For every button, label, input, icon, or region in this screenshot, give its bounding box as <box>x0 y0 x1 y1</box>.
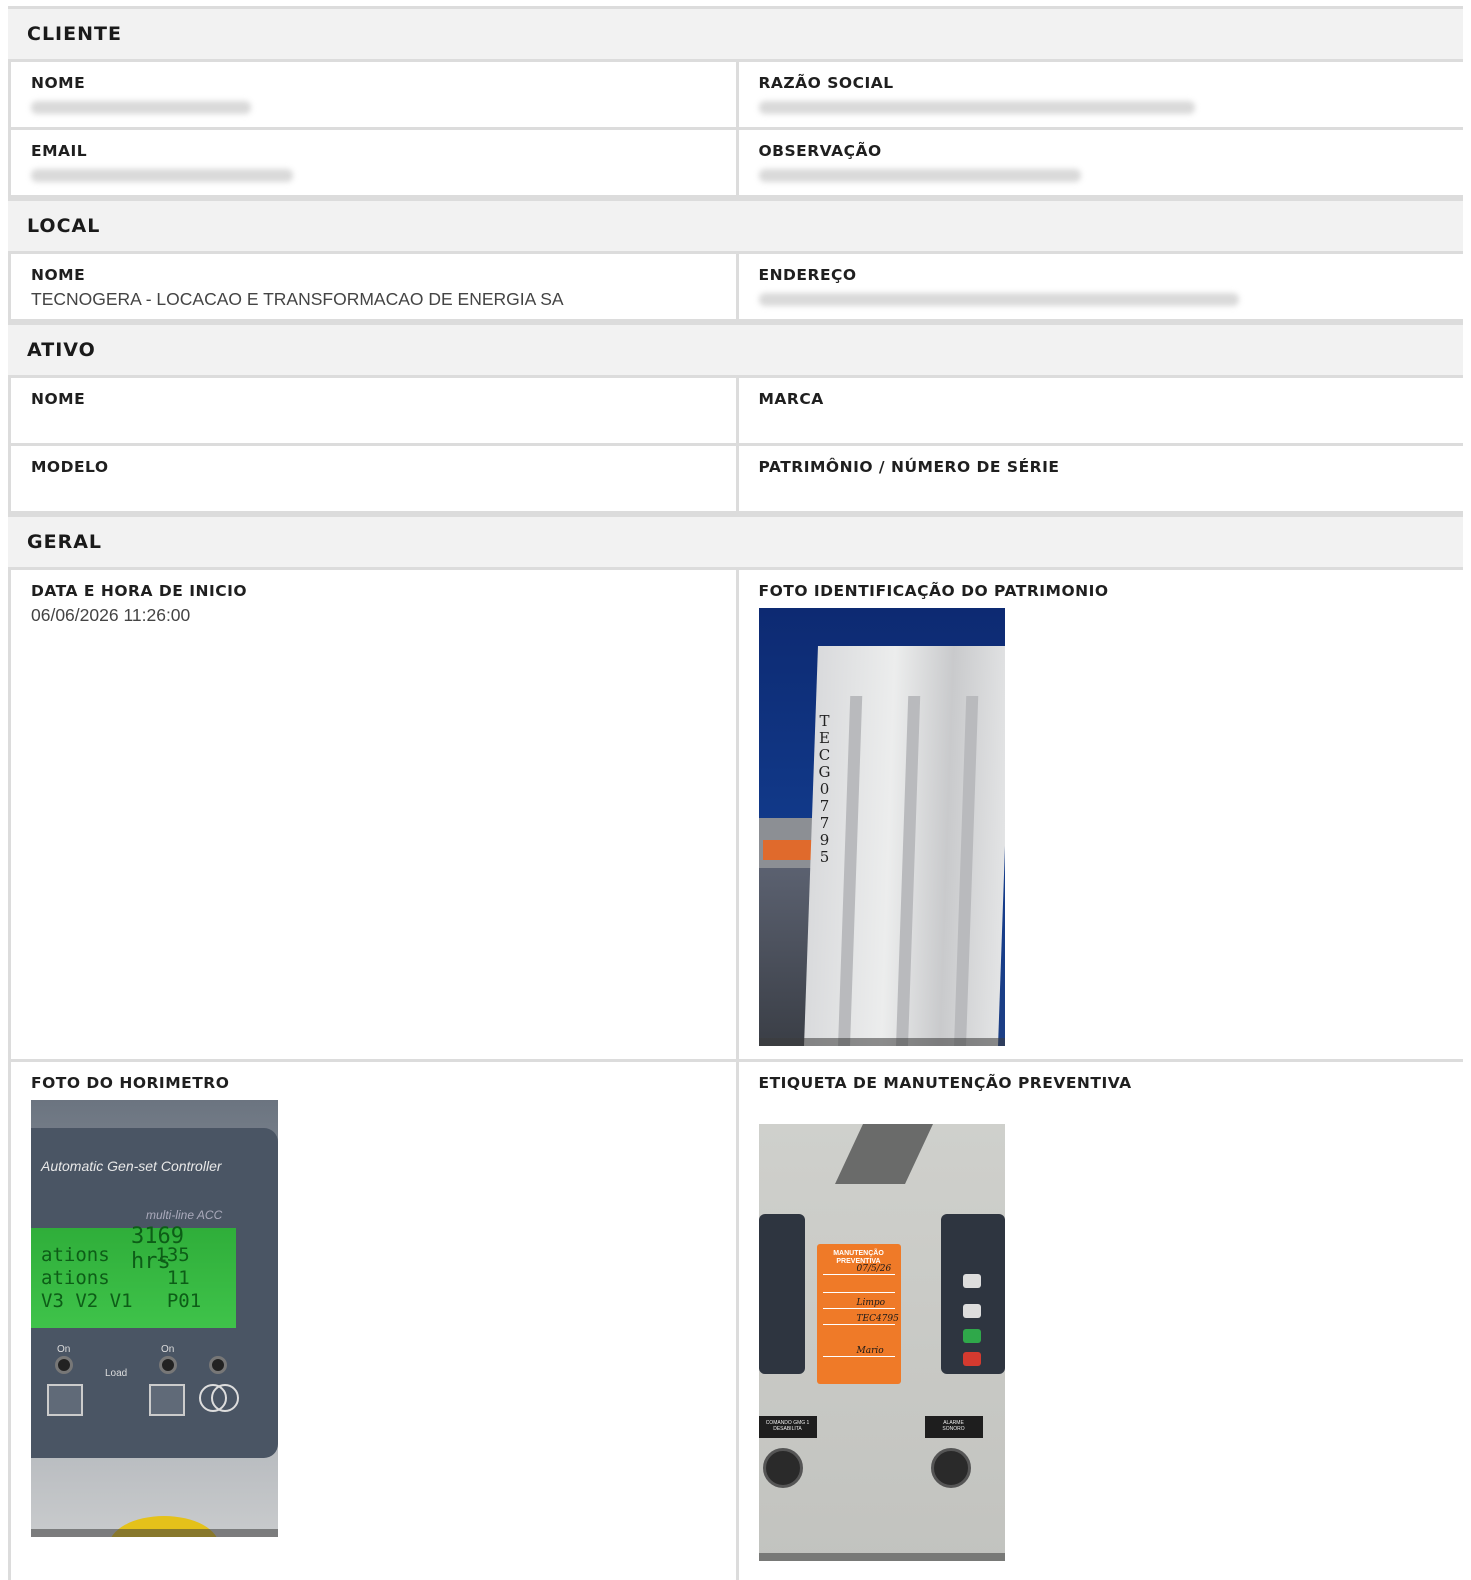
container-rib <box>952 696 978 1046</box>
geral-row-2: FOTO DO HORIMETRO Automatic Gen-set Cont… <box>8 1062 1463 1580</box>
cliente-obs-label: OBSERVAÇÃO <box>758 142 882 160</box>
geral-row-1: DATA E HORA DE INICIO 06/06/2026 11:26:0… <box>8 570 1463 1062</box>
geral-foto-horimetro-cell: FOTO DO HORIMETRO Automatic Gen-set Cont… <box>8 1062 736 1580</box>
geral-inicio-cell: DATA E HORA DE INICIO 06/06/2026 11:26:0… <box>8 570 736 1059</box>
etiqueta-image[interactable]: MANUTENÇÃO PREVENTIVA 07/5/26 Limpo TEC4… <box>758 1124 1005 1561</box>
tag-date-text: 07/5/26 <box>856 1264 892 1274</box>
section-ativo-title: ATIVO <box>8 322 1463 378</box>
foto-horimetro-image[interactable]: Automatic Gen-set Controller multi-line … <box>31 1100 278 1537</box>
controller-lcd-display: 3169 hrs ations 135 ations 11 V3 V2 V1 P… <box>31 1224 236 1328</box>
indicator-light-icon <box>209 1356 227 1374</box>
local-nome-value: TECNOGERA - LOCACAO E TRANSFORMACAO DE E… <box>31 289 564 309</box>
panel-device-shape <box>940 1214 1005 1374</box>
generator-symbol-icon <box>199 1384 239 1414</box>
lcd-lines-text: ations 135 ations 11 V3 V2 V1 P01 <box>41 1244 202 1312</box>
selector-knob-icon <box>762 1448 803 1488</box>
ativo-marca-cell: MARCA <box>735 378 1464 443</box>
local-endereco-redacted <box>758 293 1239 306</box>
tag-responsavel-text: Mario <box>856 1346 884 1356</box>
section-local-title: LOCAL <box>8 198 1463 254</box>
maintenance-tag: MANUTENÇÃO PREVENTIVA 07/5/26 Limpo TEC4… <box>816 1244 901 1384</box>
ativo-row-2: MODELO PATRIMÔNIO / NÚMERO DE SÉRIE <box>8 446 1463 514</box>
controller-model-text: multi-line ACC <box>146 1208 223 1222</box>
cliente-email-label: EMAIL <box>31 142 88 160</box>
cliente-row-1: NOME RAZÃO SOCIAL <box>8 62 1463 130</box>
cliente-razao-label: RAZÃO SOCIAL <box>758 74 894 92</box>
photo-timestamp-bar <box>758 1038 1005 1046</box>
ativo-marca-label: MARCA <box>758 390 824 408</box>
ativo-nome-cell: NOME <box>8 378 736 443</box>
cliente-nome-redacted <box>31 101 251 114</box>
ativo-patrimonio-label: PATRIMÔNIO / NÚMERO DE SÉRIE <box>758 458 1060 476</box>
ativo-row-1: NOME MARCA <box>8 378 1463 446</box>
panel-button-icon <box>962 1304 981 1318</box>
ativo-modelo-cell: MODELO <box>8 446 736 511</box>
cliente-email-cell: EMAIL <box>8 130 736 195</box>
indicator-light-icon <box>55 1356 73 1374</box>
stop-button-icon <box>962 1352 981 1366</box>
cliente-razao-redacted <box>758 101 1195 114</box>
selector-knob-icon <box>930 1448 971 1488</box>
indicator-light-icon <box>159 1356 177 1374</box>
foto-patrimonio-label: FOTO IDENTIFICAÇÃO DO PATRIMONIO <box>758 582 1109 600</box>
on-left-text: On <box>57 1344 71 1355</box>
ativo-modelo-label: MODELO <box>31 458 109 476</box>
on-right-text: On <box>161 1344 175 1355</box>
ativo-nome-label: NOME <box>31 390 86 408</box>
geral-inicio-label: DATA E HORA DE INICIO <box>31 582 248 600</box>
controller-title-text: Automatic Gen-set Controller <box>41 1158 222 1174</box>
section-geral-title: GERAL <box>8 514 1463 570</box>
tag-condition-text: Limpo <box>856 1298 886 1308</box>
ativo-patrimonio-cell: PATRIMÔNIO / NÚMERO DE SÉRIE <box>735 446 1464 511</box>
foto-horimetro-label: FOTO DO HORIMETRO <box>31 1074 230 1092</box>
photo-timestamp-bar <box>758 1553 1005 1561</box>
local-endereco-label: ENDEREÇO <box>758 266 857 284</box>
load-text: Load <box>105 1368 128 1379</box>
cliente-nome-cell: NOME <box>8 62 736 127</box>
geral-etiqueta-cell: ETIQUETA DE MANUTENÇÃO PREVENTIVA MANUTE… <box>735 1062 1464 1580</box>
cliente-razao-cell: RAZÃO SOCIAL <box>735 62 1464 127</box>
switch-symbol-icon <box>149 1384 185 1416</box>
local-nome-cell: NOME TECNOGERA - LOCACAO E TRANSFORMACAO… <box>8 254 736 319</box>
cliente-obs-cell: OBSERVAÇÃO <box>735 130 1464 195</box>
local-nome-label: NOME <box>31 266 86 284</box>
foto-patrimonio-image[interactable]: TECG07795 <box>758 608 1005 1046</box>
photo-shadow-shape <box>834 1124 933 1184</box>
photo-fence-shape <box>762 840 815 860</box>
container-rib <box>894 696 920 1046</box>
report: CLIENTE NOME RAZÃO SOCIAL EMAIL OBSERVAÇ… <box>8 6 1463 1580</box>
panel-device-shape <box>758 1214 805 1374</box>
local-endereco-cell: ENDEREÇO <box>735 254 1464 319</box>
cliente-nome-label: NOME <box>31 74 86 92</box>
local-row: NOME TECNOGERA - LOCACAO E TRANSFORMACAO… <box>8 254 1463 322</box>
cliente-obs-redacted <box>758 169 1081 182</box>
etiqueta-label: ETIQUETA DE MANUTENÇÃO PREVENTIVA <box>758 1074 1132 1092</box>
label-right-plate: ALARME SONORO <box>924 1416 983 1438</box>
section-cliente-title: CLIENTE <box>8 6 1463 62</box>
container-rib <box>836 696 862 1046</box>
cliente-row-2: EMAIL OBSERVAÇÃO <box>8 130 1463 198</box>
photo-timestamp-bar <box>31 1529 278 1537</box>
geral-inicio-value: 06/06/2026 11:26:00 <box>31 605 191 625</box>
start-button-icon <box>962 1329 981 1343</box>
cliente-email-redacted <box>31 169 293 182</box>
label-left-plate: COMANDO GMG 1 DESABILITA <box>758 1416 817 1438</box>
geral-foto-patrimonio-cell: FOTO IDENTIFICAÇÃO DO PATRIMONIO TECG077… <box>735 570 1464 1059</box>
tag-patrimonio-text: TEC4795 <box>856 1314 899 1324</box>
photo-container-shape <box>803 646 1005 1046</box>
panel-button-icon <box>962 1274 981 1288</box>
switch-symbol-icon <box>47 1384 83 1416</box>
container-code-text: TECG07795 <box>818 712 831 866</box>
